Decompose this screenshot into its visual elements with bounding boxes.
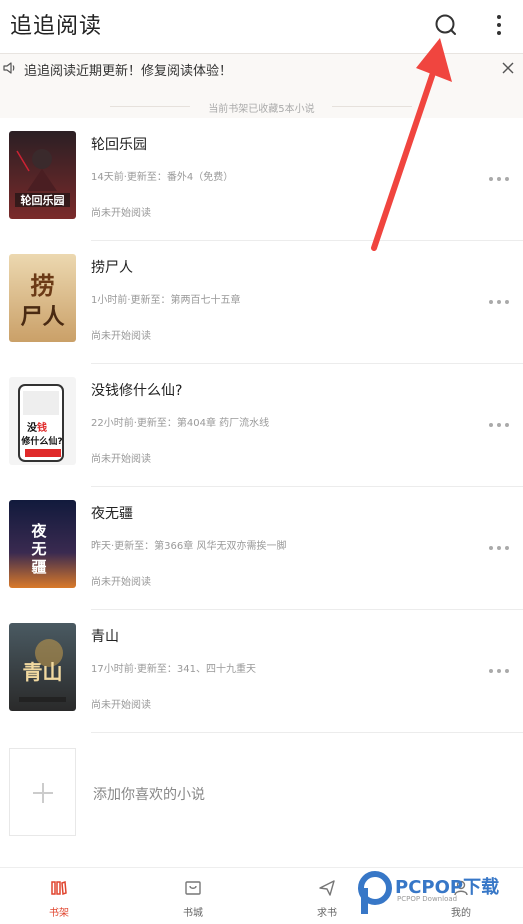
book-title: 轮回乐园 [91,137,147,153]
book-progress: 尚未开始阅读 [91,208,151,219]
svg-text:尸人: 尸人 [20,304,64,330]
book-progress: 尚未开始阅读 [91,454,151,465]
svg-text:疆: 疆 [31,558,46,576]
book-item-1[interactable]: 轮回乐园 轮回乐园 14天前·更新至：番外4（免费） 尚未开始阅读 [0,118,523,241]
book-cover[interactable]: 轮回乐园 [9,131,76,219]
more-horizontal-icon[interactable] [488,537,510,550]
book-cover[interactable]: 没钱 修什么仙? [9,377,76,465]
book-item-3[interactable]: 没钱 修什么仙? 没钱修什么仙? 22小时前·更新至：第404章 药厂流水线 尚… [0,364,523,487]
more-vertical-icon[interactable] [486,12,512,38]
bookshelf-icon [50,879,68,897]
svg-text:无: 无 [30,540,46,558]
book-cover[interactable]: 捞 尸人 [9,254,76,342]
notice-text: 追追阅读近期更新！修复阅读体验！ [24,64,233,79]
book-update: 22小时前·更新至：第404章 药厂流水线 [91,418,270,429]
book-update: 1小时前·更新至：第两百七十五章 [91,295,241,306]
more-horizontal-icon[interactable] [488,414,510,427]
app-title: 追追阅读 [10,14,103,39]
book-progress: 尚未开始阅读 [91,700,151,711]
top-bar: 追追阅读 [0,0,523,50]
add-novel-button[interactable] [9,748,76,836]
svg-text:夜: 夜 [30,522,47,540]
book-cover[interactable]: 夜 无 疆 [9,500,76,588]
send-icon [318,879,336,897]
search-icon[interactable] [433,12,459,38]
svg-text:青山: 青山 [23,660,63,684]
store-icon [184,879,202,897]
book-title: 捞尸人 [91,260,133,276]
add-novel-label: 添加你喜欢的小说 [93,787,205,803]
book-update: 17小时前·更新至：341、四十九重天 [91,664,256,675]
more-horizontal-icon[interactable] [488,660,510,673]
watermark-logo [358,871,392,914]
tab-label: 书城 [183,908,203,919]
shelf-count-text: 当前书架已收藏5本小说 [208,104,315,115]
close-icon[interactable] [500,60,516,76]
book-title: 夜无疆 [91,506,133,522]
book-item-4[interactable]: 夜 无 疆 夜无疆 昨天·更新至：第366章 风华无双亦需挨一脚 尚未开始阅读 [0,487,523,610]
book-progress: 尚未开始阅读 [91,331,151,342]
book-update: 14天前·更新至：番外4（免费） [91,172,234,183]
svg-text:轮回乐园: 轮回乐园 [21,193,65,207]
tab-label: 书架 [49,908,69,919]
plus-icon [33,783,53,803]
tab-bookshelf[interactable]: 书架 [19,868,99,924]
book-item-2[interactable]: 捞 尸人 捞尸人 1小时前·更新至：第两百七十五章 尚未开始阅读 [0,241,523,364]
more-horizontal-icon[interactable] [488,291,510,304]
svg-text:修什么仙?: 修什么仙? [20,435,62,447]
watermark-sub: PCPOP Download [397,895,458,903]
speaker-icon [2,60,18,76]
book-cover[interactable]: 青山 [9,623,76,711]
svg-text:没钱: 没钱 [27,421,47,434]
notice-bar: 追追阅读近期更新！修复阅读体验！ [0,53,523,83]
book-title: 青山 [91,629,119,645]
svg-text:捞: 捞 [31,271,55,300]
book-title: 没钱修什么仙? [91,383,183,399]
book-update: 昨天·更新至：第366章 风华无双亦需挨一脚 [91,541,287,552]
book-progress: 尚未开始阅读 [91,577,151,588]
add-novel-row[interactable]: 添加你喜欢的小说 [0,731,523,841]
watermark: PCPOP下载 PCPOP Download [355,868,523,920]
more-horizontal-icon[interactable] [488,168,510,181]
tab-store[interactable]: 书城 [153,868,233,924]
book-item-5[interactable]: 青山 青山 17小时前·更新至：341、四十九重天 尚未开始阅读 [0,610,523,733]
